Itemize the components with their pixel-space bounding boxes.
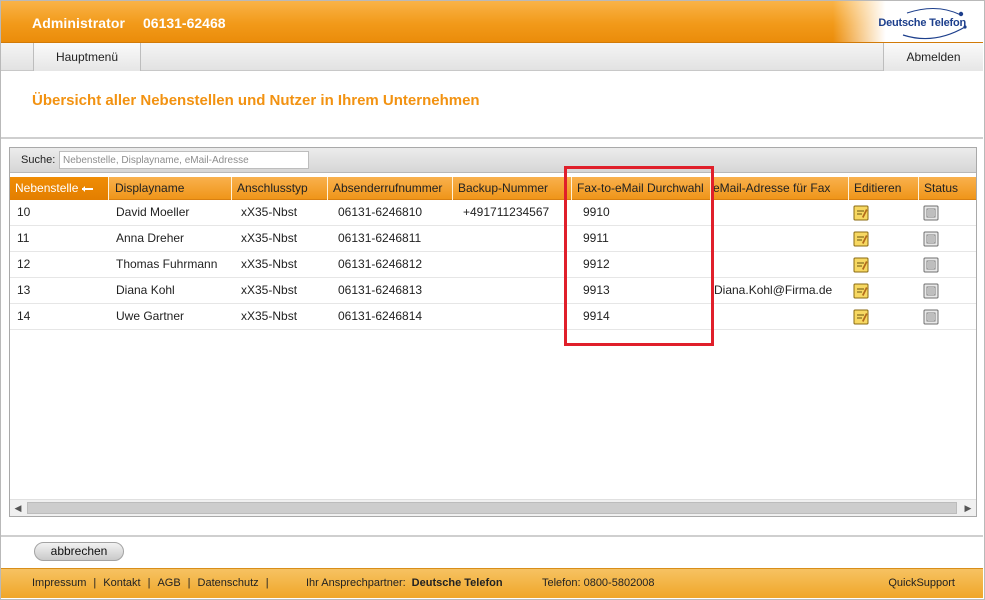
footer-link-agb[interactable]: AGB (157, 577, 180, 589)
cancel-button[interactable]: abbrechen (34, 542, 124, 561)
cell-sender-number: 06131-6246813 (338, 283, 423, 297)
footer-separator: | (187, 577, 191, 589)
header-phone-number: 06131-62468 (143, 15, 226, 31)
column-header-fax-durchwahl[interactable]: Fax-to-eMail Durchwahl (572, 177, 711, 200)
table-row[interactable]: 14 Uwe Gartner xX35-Nbst 06131-6246814 9… (10, 304, 976, 330)
cell-displayname: David Moeller (116, 205, 190, 219)
status-icon[interactable] (923, 205, 939, 221)
cell-displayname: Diana Kohl (116, 283, 175, 297)
cell-fax-extension: 9912 (583, 257, 610, 271)
footer-link-datenschutz[interactable]: Datenschutz (198, 577, 259, 589)
main-menu-button[interactable]: Hauptmenü (33, 43, 141, 71)
table-row[interactable]: 10 David Moeller xX35-Nbst 06131-6246810… (10, 200, 976, 226)
status-icon[interactable] (923, 257, 939, 273)
header-bar: Administrator 06131-62468 Deutsche Telef… (1, 1, 983, 43)
cell-sender-number: 06131-6246814 (338, 309, 423, 323)
cell-connection-type: xX35-Nbst (241, 257, 298, 271)
edit-icon[interactable] (853, 205, 869, 221)
partner-name: Deutsche Telefon (411, 577, 503, 589)
user-role-title: Administrator (32, 15, 126, 31)
cell-fax-extension: 9914 (583, 309, 610, 323)
quicksupport-link[interactable]: QuickSupport (888, 577, 955, 589)
column-header-absenderrufnummer[interactable]: Absenderrufnummer (328, 177, 453, 200)
nav-bar: Hauptmenü Abmelden (1, 43, 983, 71)
cell-displayname: Anna Dreher (116, 231, 185, 245)
cell-extension: 12 (17, 257, 31, 271)
cell-connection-type: xX35-Nbst (241, 231, 298, 245)
edit-icon[interactable] (853, 283, 869, 299)
edit-icon[interactable] (853, 309, 869, 325)
table-row[interactable]: 12 Thomas Fuhrmann xX35-Nbst 06131-62468… (10, 252, 976, 278)
cell-fax-email: Diana.Kohl@Firma.de (714, 283, 833, 297)
footer-separator: | (93, 577, 97, 589)
scroll-left-arrow-icon[interactable]: ◀ (11, 502, 25, 515)
divider (1, 137, 983, 139)
cell-displayname: Thomas Fuhrmann (116, 257, 218, 271)
footer-separator: | (265, 577, 269, 589)
footer-phone: Telefon: 0800-5802008 (542, 577, 655, 589)
cell-extension: 13 (17, 283, 31, 297)
search-bar: Suche: (10, 148, 976, 173)
column-header-editieren[interactable]: Editieren (849, 177, 919, 200)
page-title: Übersicht aller Nebenstellen und Nutzer … (32, 92, 480, 109)
divider (1, 535, 983, 537)
sort-ascending-icon (82, 185, 94, 192)
column-header-nebenstelle[interactable]: Nebenstelle (10, 177, 109, 200)
extensions-grid: Suche: Nebenstelle Displayname Anschluss… (9, 147, 977, 517)
search-input[interactable] (59, 151, 309, 169)
edit-icon[interactable] (853, 257, 869, 273)
cell-fax-extension: 9913 (583, 283, 610, 297)
cell-sender-number: 06131-6246812 (338, 257, 423, 271)
column-header-backup-nummer[interactable]: Backup-Nummer (453, 177, 572, 200)
cell-sender-number: 06131-6246811 (338, 231, 422, 245)
cell-extension: 11 (17, 231, 30, 245)
column-header-fax-email[interactable]: eMail-Adresse für Fax (711, 177, 849, 200)
footer-separator: | (147, 577, 151, 589)
footer-link-impressum[interactable]: Impressum (32, 577, 86, 589)
column-header-displayname[interactable]: Displayname (110, 177, 232, 200)
cell-displayname: Uwe Gartner (116, 309, 185, 323)
cell-connection-type: xX35-Nbst (241, 309, 298, 323)
partner-label: Ihr Ansprechpartner: (306, 577, 406, 589)
cell-connection-type: xX35-Nbst (241, 205, 298, 219)
scrollbar-thumb[interactable] (27, 502, 957, 514)
brand-logo: Deutsche Telefon (833, 1, 983, 42)
search-label: Suche: (21, 154, 56, 166)
footer-bar: Impressum | Kontakt | AGB | Datenschutz | Ihr A… (1, 568, 983, 598)
status-icon[interactable] (923, 231, 939, 247)
table-header: Nebenstelle Displayname Anschlusstyp Abs… (10, 177, 976, 200)
column-header-label: Nebenstelle (15, 181, 79, 195)
cell-connection-type: xX35-Nbst (241, 283, 298, 297)
status-icon[interactable] (923, 309, 939, 325)
column-header-anschlusstyp[interactable]: Anschlusstyp (232, 177, 328, 200)
footer-link-kontakt[interactable]: Kontakt (103, 577, 140, 589)
horizontal-scrollbar[interactable]: ◀ ▶ (10, 499, 976, 516)
edit-icon[interactable] (853, 231, 869, 247)
logout-button[interactable]: Abmelden (883, 43, 983, 71)
column-header-status[interactable]: Status (919, 177, 976, 200)
table-row[interactable]: 13 Diana Kohl xX35-Nbst 06131-6246813 99… (10, 278, 976, 304)
table-row[interactable]: 11 Anna Dreher xX35-Nbst 06131-6246811 9… (10, 226, 976, 252)
cell-fax-extension: 9910 (583, 205, 610, 219)
logo-text: Deutsche Telefon (878, 17, 966, 29)
scroll-right-arrow-icon[interactable]: ▶ (961, 502, 975, 515)
footer-links: Impressum | Kontakt | AGB | Datenschutz | (32, 577, 276, 589)
cell-extension: 10 (17, 205, 31, 219)
cell-sender-number: 06131-6246810 (338, 205, 423, 219)
cell-backup-number: +491711234567 (463, 205, 550, 219)
status-icon[interactable] (923, 283, 939, 299)
cell-fax-extension: 9911 (583, 231, 609, 245)
cell-extension: 14 (17, 309, 31, 323)
footer-partner: Ihr Ansprechpartner: Deutsche Telefon (306, 577, 503, 589)
